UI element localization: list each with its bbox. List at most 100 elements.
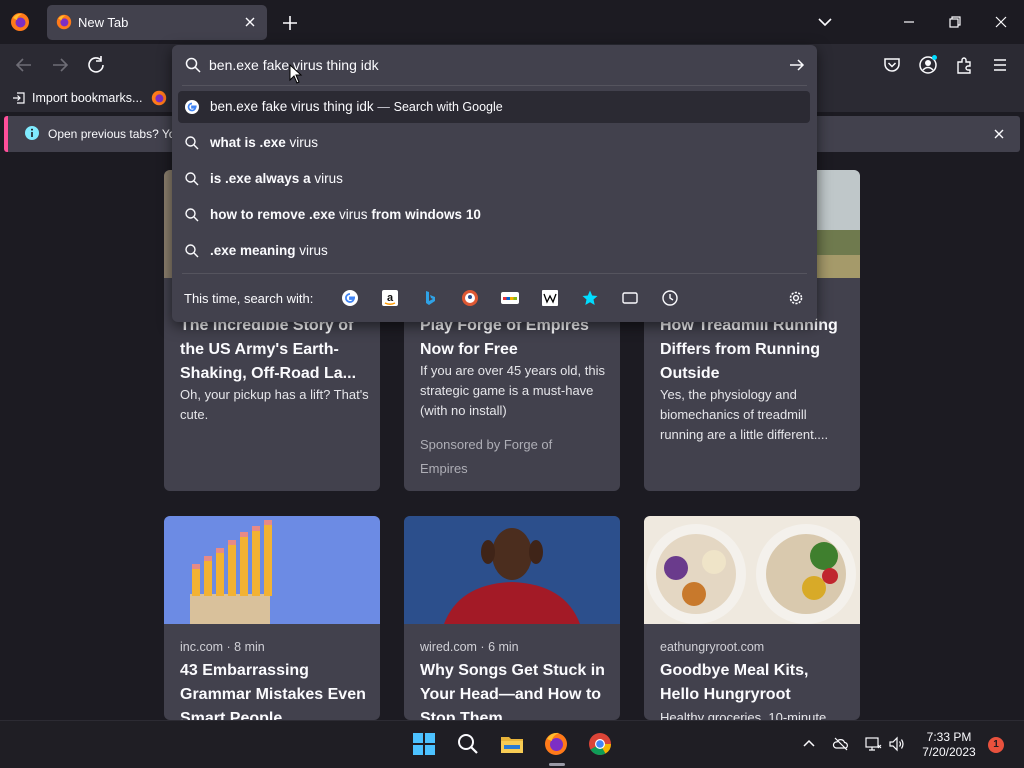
story-source: eathungryroot.com xyxy=(660,640,765,654)
restore-icon[interactable] xyxy=(945,12,965,32)
suggestion-action: Search with Google xyxy=(393,100,503,114)
search-icon[interactable] xyxy=(455,731,481,757)
suggestion-search-with-google[interactable]: ben.exe fake virus thing idk — Search wi… xyxy=(178,91,810,123)
info-icon xyxy=(25,126,39,140)
search-suggestion[interactable]: .exe meaning virus xyxy=(178,235,810,267)
reload-icon[interactable] xyxy=(85,54,107,76)
story-description: Yes, the physiology and biomechanics of … xyxy=(660,387,829,442)
suggestion-text: how to remove .exe virus from windows 10 xyxy=(210,207,481,222)
import-bookmarks-label: Import bookmarks... xyxy=(32,91,143,105)
system-clock[interactable]: 7:33 PM 7/20/2023 xyxy=(918,730,980,760)
forward-arrow-icon[interactable] xyxy=(49,54,71,76)
duckduckgo-icon[interactable] xyxy=(461,289,479,307)
network-icon[interactable] xyxy=(864,735,882,753)
taskbar: 7:33 PM 7/20/2023 1 xyxy=(0,720,1024,768)
suggestion-bold: what is .exe xyxy=(210,135,286,150)
suggestion-normal: virus xyxy=(285,135,319,150)
search-icon xyxy=(185,57,201,73)
import-bookmarks-button[interactable]: Import bookmarks... xyxy=(12,91,142,105)
suggestion-text: is .exe always a virus xyxy=(210,171,343,186)
story-description: If you are over 45 years old, this strat… xyxy=(420,363,605,418)
bing-icon[interactable] xyxy=(421,289,439,307)
account-icon[interactable] xyxy=(917,54,939,76)
suggestion-separator: — xyxy=(377,100,390,114)
one-off-search-label: This time, search with: xyxy=(184,291,314,306)
windows-start-icon[interactable] xyxy=(411,731,437,757)
firefox-bookmark-icon[interactable] xyxy=(151,90,167,106)
search-suggestion[interactable]: how to remove .exe virus from windows 10 xyxy=(178,199,810,231)
extensions-icon[interactable] xyxy=(953,54,975,76)
search-icon xyxy=(185,172,199,186)
clock-date: 7/20/2023 xyxy=(922,745,976,759)
volume-icon[interactable] xyxy=(888,735,906,753)
pocket-icon[interactable] xyxy=(881,54,903,76)
suggestion-normal: virus xyxy=(295,243,328,258)
search-suggestion[interactable]: what is .exe virus xyxy=(178,127,810,159)
suggestion-normal: virus xyxy=(335,207,372,222)
suggestion-bold: from windows 10 xyxy=(371,207,481,222)
urlbar-dropdown: ben.exe fake virus thing idk — Search wi… xyxy=(172,45,817,322)
divider xyxy=(182,273,807,274)
amazon-icon[interactable]: a xyxy=(381,289,399,307)
menu-hamburger-icon[interactable] xyxy=(989,54,1011,76)
sponsored-label: Sponsored by Forge of Empires xyxy=(420,437,553,476)
wikipedia-icon[interactable] xyxy=(541,289,559,307)
person-thumbnail xyxy=(404,516,620,624)
suggestion-text: ben.exe fake virus thing idk — Search wi… xyxy=(210,99,503,114)
chevron-up-icon[interactable] xyxy=(800,735,818,753)
tab-title: New Tab xyxy=(78,15,129,30)
story-description: Oh, your pickup has a lift? That's cute. xyxy=(180,387,369,422)
story-title: 43 Embarrassing Grammar Mistakes Even Sm… xyxy=(180,662,366,720)
story-source: inc.com · 8 min xyxy=(180,640,265,654)
close-icon[interactable] xyxy=(241,13,259,31)
story-description: Healthy groceries, 10-minute xyxy=(660,710,827,720)
search-icon xyxy=(185,244,199,258)
chrome-icon[interactable] xyxy=(587,731,613,757)
history-icon[interactable] xyxy=(661,289,679,307)
firefox-icon[interactable] xyxy=(543,731,569,757)
story-card[interactable]: inc.com · 8 min 43 Embarrassing Grammar … xyxy=(164,516,380,720)
search-icon xyxy=(185,208,199,222)
onedrive-offline-icon[interactable] xyxy=(832,735,850,753)
minimize-icon[interactable] xyxy=(899,12,919,32)
tab-strip: New Tab xyxy=(0,0,1024,44)
close-icon[interactable] xyxy=(990,125,1008,143)
story-card[interactable]: eathungryroot.com Goodbye Meal Kits, Hel… xyxy=(644,516,860,720)
firefox-icon xyxy=(56,14,72,30)
suggestion-normal: virus xyxy=(310,171,343,186)
firefox-logo-icon[interactable] xyxy=(10,12,30,32)
suggestion-text: .exe meaning virus xyxy=(210,243,328,258)
file-explorer-icon[interactable] xyxy=(499,731,525,757)
story-title: The Incredible Story of the US Army's Ea… xyxy=(180,317,357,382)
import-icon xyxy=(13,92,25,104)
google-icon[interactable] xyxy=(341,289,359,307)
window-close-icon[interactable] xyxy=(991,12,1011,32)
notification-count-badge[interactable]: 1 xyxy=(988,737,1004,753)
search-icon xyxy=(185,136,199,150)
mouse-cursor-icon xyxy=(289,64,303,84)
story-title: Goodbye Meal Kits, Hello Hungryroot xyxy=(660,662,809,703)
settings-gear-icon[interactable] xyxy=(787,289,805,307)
suggestion-text: what is .exe virus xyxy=(210,135,318,150)
google-icon xyxy=(185,100,199,114)
list-all-tabs-chevron-icon[interactable] xyxy=(814,12,836,32)
tabs-icon[interactable] xyxy=(621,289,639,307)
divider xyxy=(182,85,807,86)
new-tab-button[interactable] xyxy=(279,12,301,34)
story-title: Why Songs Get Stuck in Your Head—and How… xyxy=(420,662,605,720)
meal-bowls-thumbnail xyxy=(644,516,860,624)
story-source: wired.com · 6 min xyxy=(420,640,519,654)
suggestion-bold: how to remove .exe xyxy=(210,207,336,222)
notification-text: Open previous tabs? You xyxy=(48,127,183,141)
go-arrow-icon[interactable] xyxy=(787,55,807,75)
back-arrow-icon[interactable] xyxy=(13,54,35,76)
pencils-thumbnail xyxy=(164,516,380,624)
tab-new-tab[interactable]: New Tab xyxy=(47,5,267,40)
ebay-icon[interactable] xyxy=(501,289,519,307)
story-card[interactable]: wired.com · 6 min Why Songs Get Stuck in… xyxy=(404,516,620,720)
active-app-indicator xyxy=(549,763,565,766)
svg-text:a: a xyxy=(387,292,394,304)
clock-time: 7:33 PM xyxy=(926,730,972,744)
search-suggestion[interactable]: is .exe always a virus xyxy=(178,163,810,195)
bookmarks-star-icon[interactable] xyxy=(581,289,599,307)
